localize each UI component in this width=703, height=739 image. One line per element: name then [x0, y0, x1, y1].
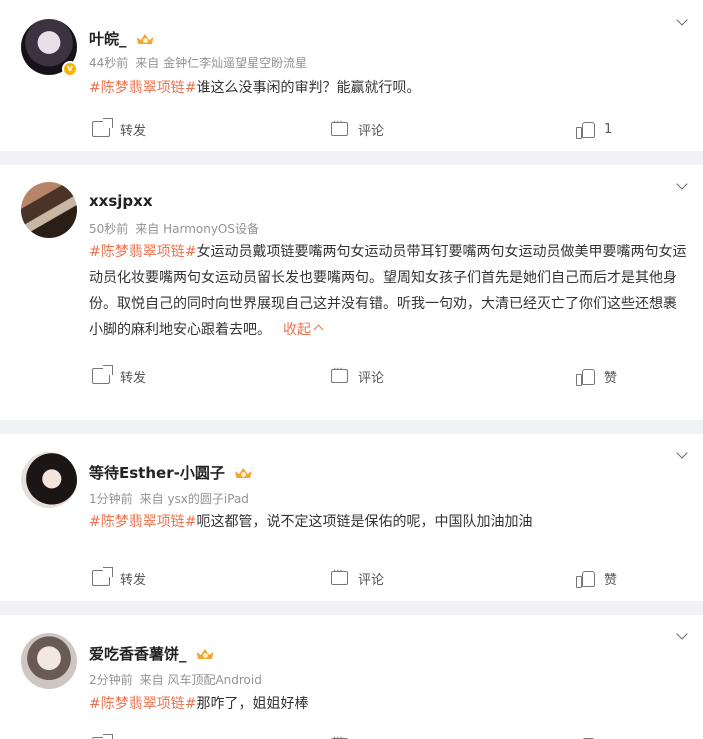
repost-button[interactable]: 转发	[92, 566, 146, 590]
comment-icon	[331, 364, 348, 383]
post-body: 谁这么没事闲的审判？能赢就行呗。	[196, 80, 421, 96]
post-text: #陈梦翡翠项链#那咋了，姐姐好棒	[89, 691, 689, 717]
collapse-link[interactable]: 收起	[283, 322, 324, 338]
comment-icon	[331, 566, 348, 585]
repost-label: 转发	[120, 572, 147, 588]
comment-icon	[331, 117, 348, 136]
thumbs-up-icon	[576, 570, 595, 588]
chevron-up-icon	[313, 324, 324, 335]
like-count: 1	[604, 121, 613, 137]
username[interactable]: xxsjpxx	[89, 192, 153, 210]
thumbs-up-icon	[576, 368, 595, 386]
avatar[interactable]	[21, 182, 77, 238]
comment-label: 评论	[358, 123, 385, 139]
post-time: 50秒前	[89, 222, 129, 236]
post-text: #陈梦翡翠项链#呃这都管，说不定这项链是保佑的呢，中国队加油加油	[89, 509, 689, 535]
username-text[interactable]: xxsjpxx	[89, 192, 153, 210]
avatar[interactable]	[21, 452, 77, 508]
post-meta: 50秒前 来自 HarmonyOS设备	[89, 220, 259, 237]
divider	[0, 601, 703, 615]
like-button[interactable]: 赞	[576, 733, 617, 739]
collapse-label[interactable]: 收起	[283, 322, 311, 338]
username-text[interactable]: 等待Esther-小圆子	[89, 464, 225, 482]
post-source: 来自 金钟仁李灿遥望星空盼流星	[135, 56, 308, 70]
repost-button[interactable]: 转发	[92, 733, 146, 739]
post-body: 那咋了，姐姐好棒	[196, 696, 309, 712]
thumbs-up-icon	[576, 121, 595, 139]
post-text: #陈梦翡翠项链#女运动员戴项链要嘴两句女运动员带耳钉要嘴两句女运动员做美甲要嘴两…	[89, 239, 689, 343]
comment-button[interactable]: 评论	[331, 364, 384, 388]
hashtag-link[interactable]: #陈梦翡翠项链#	[89, 514, 196, 530]
post-body: 呃这都管，说不定这项链是保佑的呢，中国队加油加油	[196, 514, 533, 530]
chevron-down-icon[interactable]	[677, 16, 688, 27]
like-label: 赞	[604, 370, 618, 386]
hashtag-link[interactable]: #陈梦翡翠项链#	[89, 80, 196, 96]
repost-button[interactable]: 转发	[92, 117, 146, 141]
comment-button[interactable]: 评论	[331, 117, 384, 141]
repost-icon	[92, 118, 113, 137]
like-label: 赞	[604, 736, 617, 739]
comment-label: 评论	[358, 736, 384, 739]
action-bar: 转发 评论 赞	[0, 364, 703, 388]
crown-icon	[234, 466, 253, 479]
like-button[interactable]: 赞	[576, 566, 617, 590]
repost-label: 转发	[120, 370, 147, 386]
action-bar: 转发 评论 赞	[0, 733, 703, 739]
chevron-down-icon[interactable]	[677, 180, 688, 191]
crown-icon	[136, 32, 155, 45]
repost-button[interactable]: 转发	[92, 364, 146, 388]
post-text: #陈梦翡翠项链#谁这么没事闲的审判？能赢就行呗。	[89, 75, 689, 101]
action-bar: 转发 评论 赞	[0, 566, 703, 590]
username[interactable]: 叶皖_	[89, 28, 155, 49]
like-button[interactable]: 赞	[576, 364, 617, 388]
repost-icon	[92, 365, 113, 384]
repost-label: 转发	[120, 123, 147, 139]
divider	[0, 420, 703, 434]
post-meta: 44秒前 来自 金钟仁李灿遥望星空盼流星	[89, 54, 307, 71]
verified-badge-icon: v	[62, 61, 78, 77]
chevron-down-icon[interactable]	[677, 449, 688, 460]
repost-label: 转发	[120, 736, 146, 739]
post-meta: 2分钟前 来自 风车顶配Android	[89, 671, 262, 688]
hashtag-link[interactable]: #陈梦翡翠项链#	[89, 696, 196, 712]
comment-button[interactable]: 评论	[331, 566, 384, 590]
post-time: 2分钟前	[89, 673, 133, 687]
action-bar: 转发 评论 1	[0, 117, 703, 141]
chevron-down-icon[interactable]	[677, 630, 688, 641]
post-time: 44秒前	[89, 56, 129, 70]
comment-card: 爱吃香香薯饼_ 2分钟前 来自 风车顶配Android #陈梦翡翠项链#那咋了，姐…	[0, 615, 703, 739]
comment-label: 评论	[358, 572, 385, 588]
post-source: 来自 ysx的圆子iPad	[139, 492, 249, 506]
like-label: 赞	[604, 572, 618, 588]
username-text[interactable]: 叶皖_	[89, 30, 127, 48]
post-source: 来自 HarmonyOS设备	[135, 222, 259, 236]
post-time: 1分钟前	[89, 492, 133, 506]
username-text[interactable]: 爱吃香香薯饼_	[89, 645, 187, 663]
comment-label: 评论	[358, 370, 385, 386]
post-source: 来自 风车顶配Android	[139, 673, 262, 687]
avatar[interactable]	[21, 633, 77, 689]
comment-card: 等待Esther-小圆子 1分钟前 来自 ysx的圆子iPad #陈梦翡翠项链#呃…	[0, 434, 703, 601]
comment-button[interactable]: 评论	[331, 733, 384, 739]
like-button[interactable]: 1	[576, 117, 612, 141]
username[interactable]: 爱吃香香薯饼_	[89, 643, 215, 664]
username[interactable]: 等待Esther-小圆子	[89, 462, 253, 483]
comment-card: xxsjpxx 50秒前 来自 HarmonyOS设备 #陈梦翡翠项链#女运动员戴…	[0, 165, 703, 420]
crown-icon	[196, 647, 215, 660]
comment-card: v 叶皖_ 44秒前 来自 金钟仁李灿遥望星空盼流星 #陈梦翡翠项链#谁这么没事闲…	[0, 0, 703, 151]
hashtag-link[interactable]: #陈梦翡翠项链#	[89, 244, 196, 260]
post-meta: 1分钟前 来自 ysx的圆子iPad	[89, 490, 249, 507]
divider	[0, 151, 703, 165]
repost-icon	[92, 567, 113, 586]
comment-feed: v 叶皖_ 44秒前 来自 金钟仁李灿遥望星空盼流星 #陈梦翡翠项链#谁这么没事闲…	[0, 0, 703, 739]
